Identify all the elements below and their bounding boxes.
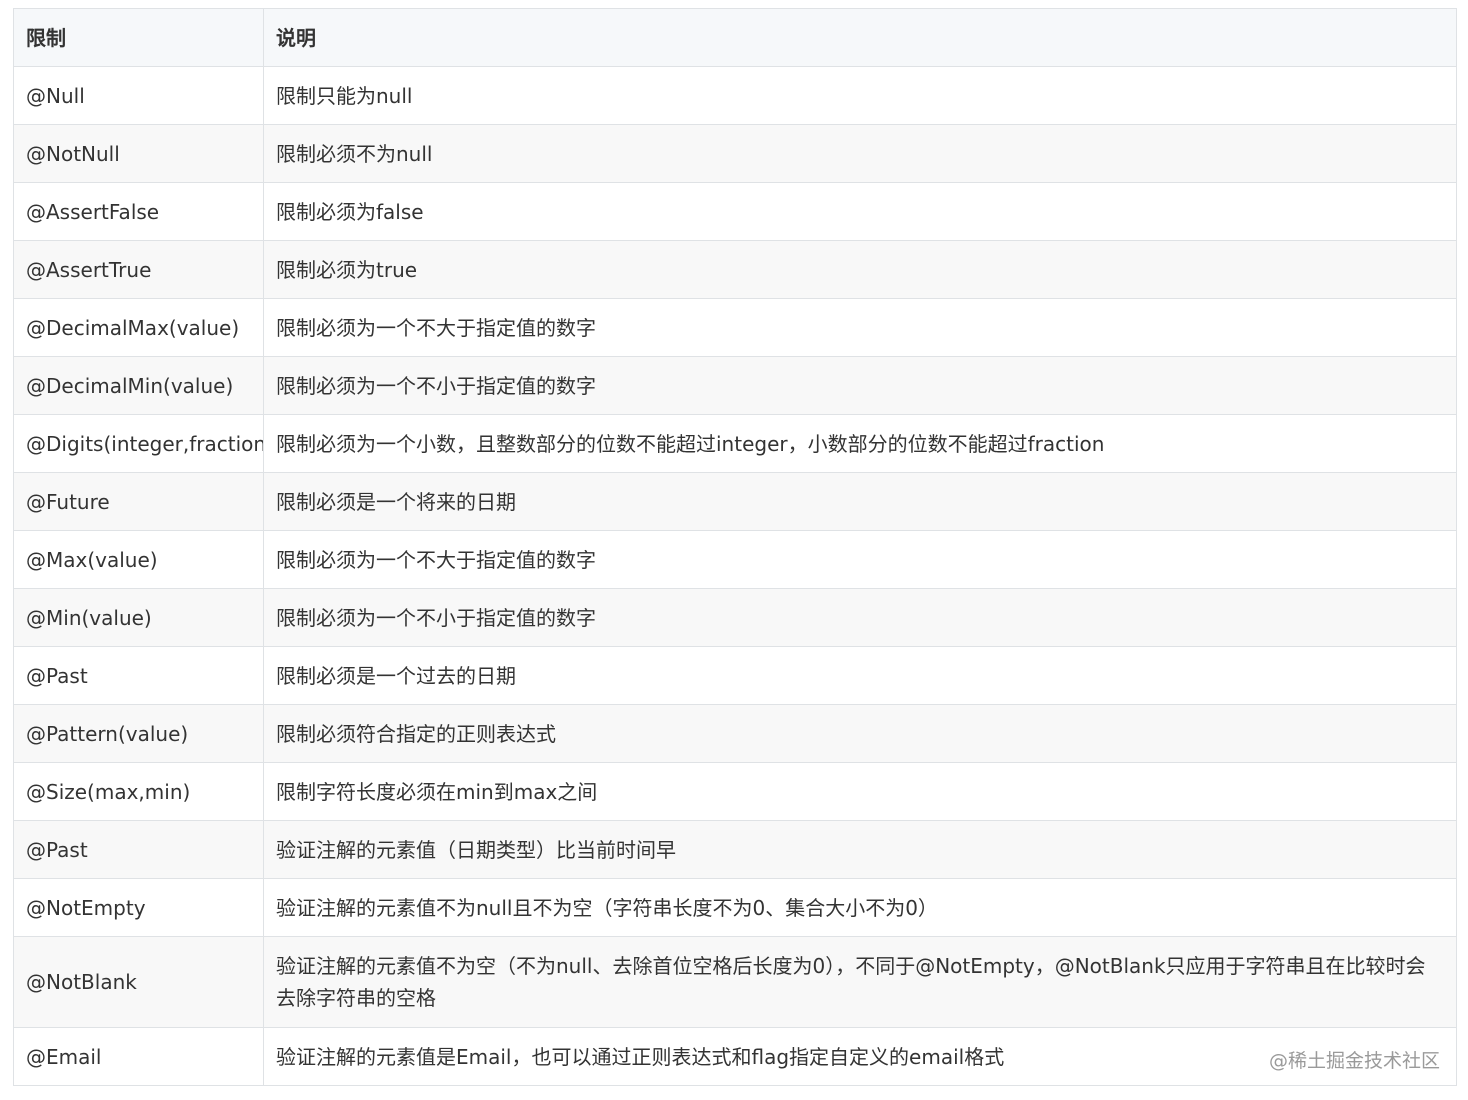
annotation-cell: @NotNull: [13, 124, 264, 183]
description-cell: 限制必须为一个不大于指定值的数字: [263, 298, 1457, 357]
annotation-cell: @Email: [13, 1027, 264, 1086]
description-cell: 限制必须为一个小数，且整数部分的位数不能超过integer，小数部分的位数不能超…: [263, 414, 1457, 473]
description-cell: 限制必须符合指定的正则表达式: [263, 704, 1457, 763]
annotation-cell: @Max(value): [13, 530, 264, 589]
table-row: @Past 限制必须是一个过去的日期: [13, 646, 1457, 705]
description-cell: 限制必须为true: [263, 240, 1457, 299]
table-row: @Future 限制必须是一个将来的日期: [13, 472, 1457, 531]
annotation-cell: @Pattern(value): [13, 704, 264, 763]
description-cell: 验证注解的元素值不为空（不为null、去除首位空格后长度为0），不同于@NotE…: [263, 936, 1457, 1028]
table-row: @Null 限制只能为null: [13, 66, 1457, 125]
table-row: @Past 验证注解的元素值（日期类型）比当前时间早: [13, 820, 1457, 879]
annotation-cell: @AssertFalse: [13, 182, 264, 241]
annotation-cell: @Digits(integer,fraction): [13, 414, 264, 473]
header-constraint: 限制: [13, 8, 264, 67]
table-row: @DecimalMin(value) 限制必须为一个不小于指定值的数字: [13, 356, 1457, 415]
table-row: @NotNull 限制必须不为null: [13, 124, 1457, 183]
table-row: @Min(value) 限制必须为一个不小于指定值的数字: [13, 588, 1457, 647]
annotation-cell: @Null: [13, 66, 264, 125]
annotation-cell: @NotEmpty: [13, 878, 264, 937]
table-row: @DecimalMax(value) 限制必须为一个不大于指定值的数字: [13, 298, 1457, 357]
table-row: @NotEmpty 验证注解的元素值不为null且不为空（字符串长度不为0、集合…: [13, 878, 1457, 937]
description-cell: 限制必须不为null: [263, 124, 1457, 183]
table-row: @Email 验证注解的元素值是Email，也可以通过正则表达式和flag指定自…: [13, 1027, 1457, 1086]
annotation-cell: @AssertTrue: [13, 240, 264, 299]
annotation-cell: @NotBlank: [13, 936, 264, 1028]
table-header-row: 限制 说明: [13, 8, 1457, 67]
annotation-cell: @Past: [13, 820, 264, 879]
table-row: @Digits(integer,fraction) 限制必须为一个小数，且整数部…: [13, 414, 1457, 473]
table-row: @NotBlank 验证注解的元素值不为空（不为null、去除首位空格后长度为0…: [13, 936, 1457, 1028]
description-cell: 限制必须为一个不小于指定值的数字: [263, 356, 1457, 415]
table-row: @Pattern(value) 限制必须符合指定的正则表达式: [13, 704, 1457, 763]
table-row: @AssertTrue 限制必须为true: [13, 240, 1457, 299]
annotation-cell: @Min(value): [13, 588, 264, 647]
constraints-table-container: 限制 说明 @Null 限制只能为null @NotNull 限制必须不为nul…: [13, 8, 1457, 1086]
description-cell: 限制只能为null: [263, 66, 1457, 125]
annotation-cell: @Size(max,min): [13, 762, 264, 821]
description-cell: 验证注解的元素值（日期类型）比当前时间早: [263, 820, 1457, 879]
description-cell: 限制必须为一个不大于指定值的数字: [263, 530, 1457, 589]
description-cell: 限制必须为一个不小于指定值的数字: [263, 588, 1457, 647]
table-row: @AssertFalse 限制必须为false: [13, 182, 1457, 241]
constraints-table: 限制 说明 @Null 限制只能为null @NotNull 限制必须不为nul…: [13, 8, 1457, 1086]
annotation-cell: @Future: [13, 472, 264, 531]
annotation-cell: @DecimalMin(value): [13, 356, 264, 415]
description-cell: 限制必须是一个过去的日期: [263, 646, 1457, 705]
description-cell: 限制必须为false: [263, 182, 1457, 241]
description-cell: 验证注解的元素值不为null且不为空（字符串长度不为0、集合大小不为0）: [263, 878, 1457, 937]
watermark: @稀土掘金技术社区: [1268, 1050, 1440, 1072]
description-cell: 限制字符长度必须在min到max之间: [263, 762, 1457, 821]
table-row: @Max(value) 限制必须为一个不大于指定值的数字: [13, 530, 1457, 589]
annotation-cell: @DecimalMax(value): [13, 298, 264, 357]
annotation-cell: @Past: [13, 646, 264, 705]
table-row: @Size(max,min) 限制字符长度必须在min到max之间: [13, 762, 1457, 821]
description-cell: 限制必须是一个将来的日期: [263, 472, 1457, 531]
header-description: 说明: [263, 8, 1457, 67]
